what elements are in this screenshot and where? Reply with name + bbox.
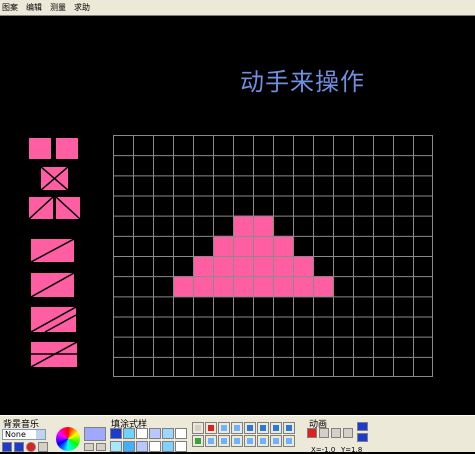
split-square-tile[interactable] (29, 138, 79, 160)
shape-cell[interactable] (313, 276, 334, 297)
zoom-icon (234, 438, 240, 444)
color-wheel-icon[interactable] (56, 427, 80, 451)
fill-pattern-swatch[interactable] (149, 441, 161, 452)
bottom-toolbar: 背景音乐 None 填涂式样 动画 (0, 415, 475, 452)
menu-edit[interactable]: 编辑 (22, 0, 46, 16)
fill-pattern-swatch[interactable] (136, 441, 148, 452)
tool-button[interactable] (244, 422, 256, 434)
shape-cell[interactable] (193, 256, 214, 277)
tool-button[interactable] (270, 435, 282, 447)
shape-cell[interactable] (293, 276, 314, 297)
fill-pattern-swatch[interactable] (162, 441, 174, 452)
tool-button[interactable] (205, 435, 217, 447)
tool-button[interactable] (244, 435, 256, 447)
shape-cell[interactable] (273, 276, 294, 297)
coord-y-readout: Y=1.8 (341, 446, 363, 454)
shape-cell[interactable] (273, 235, 294, 257)
shape-cell[interactable] (253, 276, 274, 297)
play-animation-button[interactable] (319, 428, 329, 438)
fill-pattern-grid (110, 428, 190, 452)
shape-cell[interactable] (253, 235, 274, 257)
move-icon (221, 438, 227, 444)
shape-cell[interactable] (293, 256, 314, 277)
shape-cell[interactable] (233, 276, 254, 297)
stop-music-button[interactable] (2, 442, 12, 452)
pentagon-icon (273, 425, 279, 431)
tool-button[interactable] (231, 422, 243, 434)
grid-board[interactable] (113, 135, 433, 377)
fill-pattern-swatch[interactable] (123, 428, 135, 439)
square-icon (221, 425, 227, 431)
tool-button[interactable] (218, 435, 230, 447)
edit-icon (208, 438, 214, 444)
tool-button[interactable] (257, 435, 269, 447)
rotate-icon (247, 438, 253, 444)
record-music-button[interactable] (26, 442, 36, 452)
fill-pattern-swatch[interactable] (175, 441, 187, 452)
music-select[interactable]: None (2, 429, 46, 440)
fill-pattern-swatch[interactable] (136, 428, 148, 439)
triangle-icon (286, 425, 292, 431)
fill-pattern-swatch[interactable] (110, 428, 122, 439)
shape-cell[interactable] (233, 215, 254, 237)
music-value: None (5, 430, 26, 439)
parallelogram-tile-1[interactable] (31, 239, 74, 262)
fill-pattern-swatch[interactable] (123, 441, 135, 452)
shape-cell[interactable] (273, 256, 294, 277)
record-animation-button[interactable] (307, 428, 317, 438)
flip-icon (260, 438, 266, 444)
tool-button[interactable] (192, 435, 204, 447)
fill-pattern-swatch[interactable] (175, 428, 187, 439)
shape-cell[interactable] (253, 215, 274, 237)
canvas-title: 动手来操作 (240, 68, 365, 96)
fill-pattern-swatch[interactable] (110, 441, 122, 452)
tool-grid (192, 422, 304, 452)
rectangle-tool-icon (195, 425, 201, 431)
x-square-tile[interactable] (40, 166, 69, 191)
shape-cell[interactable] (213, 276, 234, 297)
tool-button[interactable] (205, 422, 217, 434)
parallelogram-tile-3[interactable] (31, 307, 76, 332)
scroll-down-button[interactable] (357, 433, 368, 442)
tool-music-button[interactable] (38, 442, 48, 452)
shape-cell[interactable] (233, 256, 254, 277)
scroll-up-button[interactable] (357, 422, 368, 431)
delete-icon (208, 425, 214, 431)
erase-icon (286, 438, 292, 444)
menu-help[interactable]: 求助 (70, 0, 94, 16)
tool-button[interactable] (231, 435, 243, 447)
tool-button[interactable] (218, 422, 230, 434)
coord-x-readout: X=-1.0 (311, 446, 336, 454)
play-music-button[interactable] (14, 442, 24, 452)
grid-icon (195, 438, 201, 444)
fill-pattern-swatch[interactable] (149, 428, 161, 439)
menu-measure[interactable]: 测量 (46, 0, 70, 16)
small-right-button[interactable] (96, 443, 106, 451)
shape-cell[interactable] (253, 256, 274, 277)
tool-button[interactable] (192, 422, 204, 434)
tool-button[interactable] (283, 435, 295, 447)
pause-animation-button[interactable] (331, 428, 341, 438)
tool-button[interactable] (270, 422, 282, 434)
menu-pattern[interactable]: 图案 (0, 0, 22, 16)
shape-cell[interactable] (213, 256, 234, 277)
tool-button[interactable] (257, 422, 269, 434)
diagonal-pair-tile[interactable] (29, 197, 81, 220)
shape-cell[interactable] (213, 235, 234, 257)
color-icon (273, 438, 279, 444)
fill-color-swatch[interactable] (84, 427, 106, 441)
fill-pattern-swatch[interactable] (162, 428, 174, 439)
small-left-button[interactable] (84, 443, 94, 451)
ellipse-icon (247, 425, 253, 431)
shape-cell[interactable] (193, 276, 214, 297)
parallelogram-tile-4[interactable] (31, 342, 77, 367)
shape-cell[interactable] (173, 276, 194, 297)
rectangle-icon (234, 425, 240, 431)
parallelogram-tile-2[interactable] (31, 273, 74, 297)
shape-cell[interactable] (233, 235, 254, 257)
menu-bar: 图案 编辑 测量 求助 (0, 0, 475, 16)
stop-animation-button[interactable] (343, 428, 353, 438)
tool-button[interactable] (283, 422, 295, 434)
circle-icon (260, 425, 266, 431)
